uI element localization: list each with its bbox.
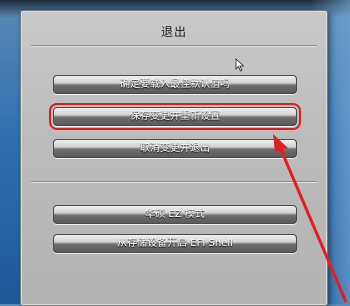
exit-dialog: 退出 确定要载入最佳默认值吗 保存变更并重新设置 取消变更并退出 华硕 EZ 模… bbox=[20, 10, 328, 306]
title-divider bbox=[31, 45, 317, 47]
section-divider bbox=[31, 181, 317, 183]
ez-mode-button[interactable]: 华硕 EZ 模式 bbox=[53, 205, 297, 224]
save-changes-reset-button[interactable]: 保存变更并重新设置 bbox=[49, 103, 301, 130]
mouse-cursor-icon bbox=[235, 58, 245, 72]
dialog-title: 退出 bbox=[160, 25, 187, 39]
discard-changes-exit-button[interactable]: 取消变更并退出 bbox=[53, 139, 297, 158]
load-optimized-defaults-button[interactable]: 确定要载入最佳默认值吗 bbox=[53, 75, 297, 94]
efi-shell-button[interactable]: 从存储设备开启 EFI Shell bbox=[53, 234, 297, 253]
